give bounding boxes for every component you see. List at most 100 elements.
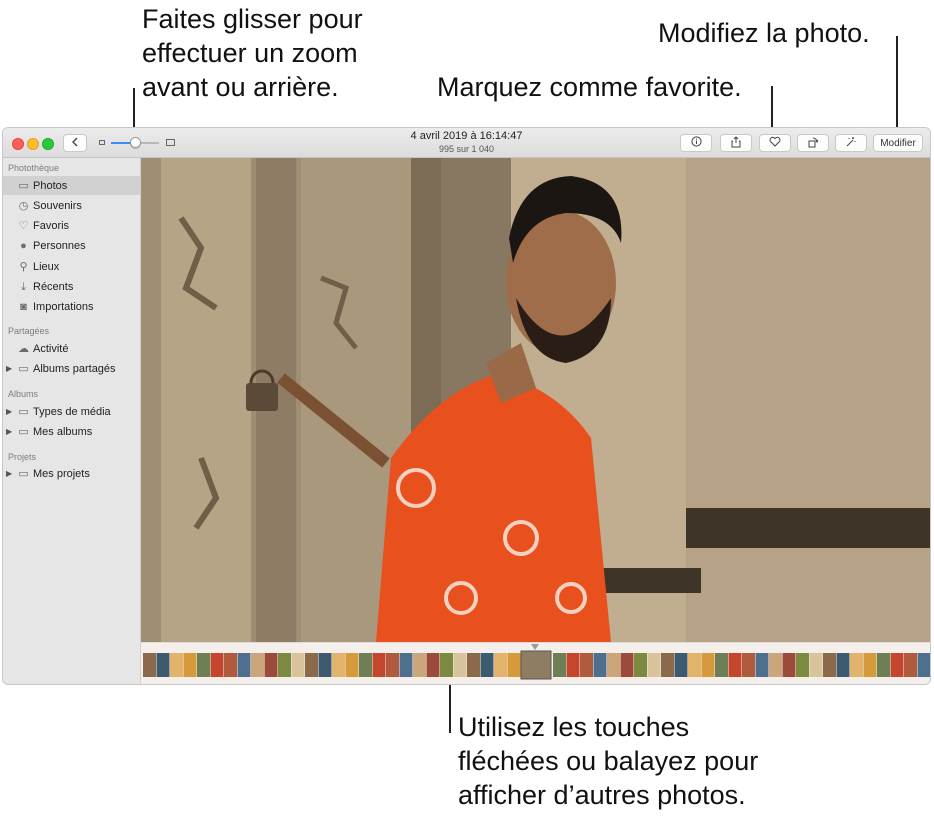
filmstrip[interactable] — [141, 642, 931, 684]
sidebar-item-my-albums[interactable]: ▶ ▭ Mes albums — [3, 422, 141, 441]
filmstrip-current-thumbnail[interactable] — [520, 650, 552, 680]
filmstrip-thumbnail[interactable] — [210, 653, 224, 677]
filmstrip-thumbnail[interactable] — [715, 653, 728, 677]
photos-window: 4 avril 2019 à 16:14:47 995 sur 1 040 Mo… — [2, 127, 931, 685]
filmstrip-thumbnail[interactable] — [251, 653, 264, 677]
filmstrip-thumbnail[interactable] — [453, 653, 467, 677]
filmstrip-thumbnail[interactable] — [904, 653, 917, 677]
filmstrip-thumbnail[interactable] — [877, 653, 890, 677]
filmstrip-thumbnail[interactable] — [413, 653, 426, 677]
filmstrip-thumbnail[interactable] — [359, 653, 372, 677]
filmstrip-thumbnail[interactable] — [769, 653, 782, 677]
sidebar-item-label: Types de média — [33, 405, 111, 418]
filmstrip-thumbnail[interactable] — [782, 653, 796, 677]
filmstrip-thumbnail[interactable] — [156, 653, 170, 677]
sidebar-item-imports[interactable]: ◙ Importations — [3, 297, 141, 316]
filmstrip-thumbnail[interactable] — [291, 653, 305, 677]
filmstrip-thumbnail[interactable] — [620, 653, 634, 677]
disclosure-triangle-icon[interactable]: ▶ — [6, 427, 12, 436]
filmstrip-thumbnail[interactable] — [850, 653, 863, 677]
enhance-button[interactable] — [835, 134, 867, 152]
filmstrip-thumbnail[interactable] — [566, 653, 580, 677]
filmstrip-thumbnail[interactable] — [264, 653, 278, 677]
sidebar-item-memories[interactable]: ◷ Souvenirs — [3, 196, 141, 215]
sidebar-item-favorites[interactable]: ♡ Favoris — [3, 216, 141, 235]
main-photo[interactable] — [141, 158, 930, 642]
filmstrip-thumbnail[interactable] — [553, 653, 566, 677]
filmstrip-thumbnail[interactable] — [728, 653, 742, 677]
filmstrip-thumbnail[interactable] — [372, 653, 386, 677]
pin-icon: ⚲ — [19, 260, 28, 273]
filmstrip-thumbnail[interactable] — [143, 653, 156, 677]
sidebar-item-places[interactable]: ⚲ Lieux — [3, 257, 141, 276]
filmstrip-thumbnail[interactable] — [224, 653, 237, 677]
disclosure-triangle-icon[interactable]: ▶ — [6, 407, 12, 416]
filmstrip-thumbnail[interactable] — [890, 653, 904, 677]
favorite-button[interactable] — [759, 134, 791, 152]
disclosure-triangle-icon[interactable]: ▶ — [6, 469, 12, 478]
sidebar-item-my-projects[interactable]: ▶ ▭ Mes projets — [3, 464, 141, 483]
filmstrip-thumbnail[interactable] — [755, 653, 769, 677]
camera-icon: ◙ — [20, 300, 27, 313]
sidebar-item-media-types[interactable]: ▶ ▭ Types de média — [3, 402, 141, 421]
sidebar-item-label: Mes albums — [33, 425, 93, 438]
filmstrip-thumbnail[interactable] — [386, 653, 399, 677]
filmstrip-thumbnail[interactable] — [494, 653, 507, 677]
filmstrip-thumbnail[interactable] — [440, 653, 453, 677]
filmstrip-thumbnail[interactable] — [399, 653, 413, 677]
filmstrip-thumbnail[interactable] — [426, 653, 440, 677]
sidebar-item-label: Souvenirs — [33, 199, 82, 212]
filmstrip-thumbnail[interactable] — [278, 653, 291, 677]
filmstrip-thumbnail[interactable] — [197, 653, 210, 677]
disclosure-triangle-icon[interactable]: ▶ — [6, 364, 12, 373]
filmstrip-thumbnail[interactable] — [305, 653, 318, 677]
filmstrip-thumbnail[interactable] — [836, 653, 850, 677]
photos-icon: ▭ — [18, 179, 29, 192]
sidebar-item-label: Importations — [33, 300, 94, 313]
filmstrip-thumbnail[interactable] — [170, 653, 183, 677]
rotate-button[interactable] — [797, 134, 829, 152]
filmstrip-thumbnail[interactable] — [742, 653, 755, 677]
filmstrip-thumbnail[interactable] — [661, 653, 674, 677]
filmstrip-thumbnail[interactable] — [593, 653, 607, 677]
sidebar-item-people[interactable]: ● Personnes — [3, 236, 141, 255]
sidebar-item-activity[interactable]: ☁ Activité — [3, 339, 141, 358]
sidebar-item-label: Mes projets — [33, 467, 90, 480]
filmstrip-thumbnail[interactable] — [332, 653, 345, 677]
memories-icon: ◷ — [18, 199, 29, 212]
sidebar-item-photos[interactable]: ▭ Photos — [3, 176, 141, 195]
edit-button[interactable]: Modifier — [873, 134, 923, 152]
filmstrip-thumbnail[interactable] — [796, 653, 809, 677]
filmstrip-thumbnail[interactable] — [580, 653, 593, 677]
filmstrip-thumbnail[interactable] — [701, 653, 715, 677]
zoom-callout: Faites glisser pour effectuer un zoom av… — [142, 4, 363, 102]
filmstrip-thumbnail[interactable] — [467, 653, 480, 677]
heart-icon — [769, 136, 781, 150]
info-button[interactable] — [680, 134, 712, 152]
info-icon — [690, 136, 702, 150]
filmstrip-thumbnail[interactable] — [345, 653, 359, 677]
filmstrip-thumbnail[interactable] — [480, 653, 494, 677]
filmstrip-thumbnail[interactable] — [607, 653, 620, 677]
filmstrip-thumbnail[interactable] — [634, 653, 647, 677]
sidebar-item-label: Photos — [33, 179, 68, 192]
sidebar-item-label: Activité — [33, 342, 69, 355]
folder-icon: ▭ — [18, 425, 29, 438]
current-photo-marker-icon — [531, 644, 539, 650]
filmstrip-thumbnail[interactable] — [183, 653, 197, 677]
filmstrip-thumbnail[interactable] — [917, 653, 931, 677]
filmstrip-thumbnail[interactable] — [809, 653, 823, 677]
filmstrip-thumbnail[interactable] — [823, 653, 836, 677]
filmstrip-thumbnail[interactable] — [674, 653, 688, 677]
filmstrip-thumbnail[interactable] — [688, 653, 701, 677]
filmstrip-thumbnail[interactable] — [507, 653, 521, 677]
sidebar: Photothèque ▭ Photos ◷ Souvenirs ♡ Favor… — [3, 158, 141, 684]
sidebar-item-shared-albums[interactable]: ▶ ▭ Albums partagés — [3, 359, 141, 378]
filmstrip-thumbnail[interactable] — [237, 653, 251, 677]
sidebar-item-label: Favoris — [33, 219, 70, 232]
filmstrip-thumbnail[interactable] — [318, 653, 332, 677]
filmstrip-thumbnail[interactable] — [863, 653, 877, 677]
filmstrip-thumbnail[interactable] — [647, 653, 661, 677]
share-button[interactable] — [720, 134, 752, 152]
sidebar-item-recents[interactable]: ⤓ Récents — [3, 277, 141, 296]
